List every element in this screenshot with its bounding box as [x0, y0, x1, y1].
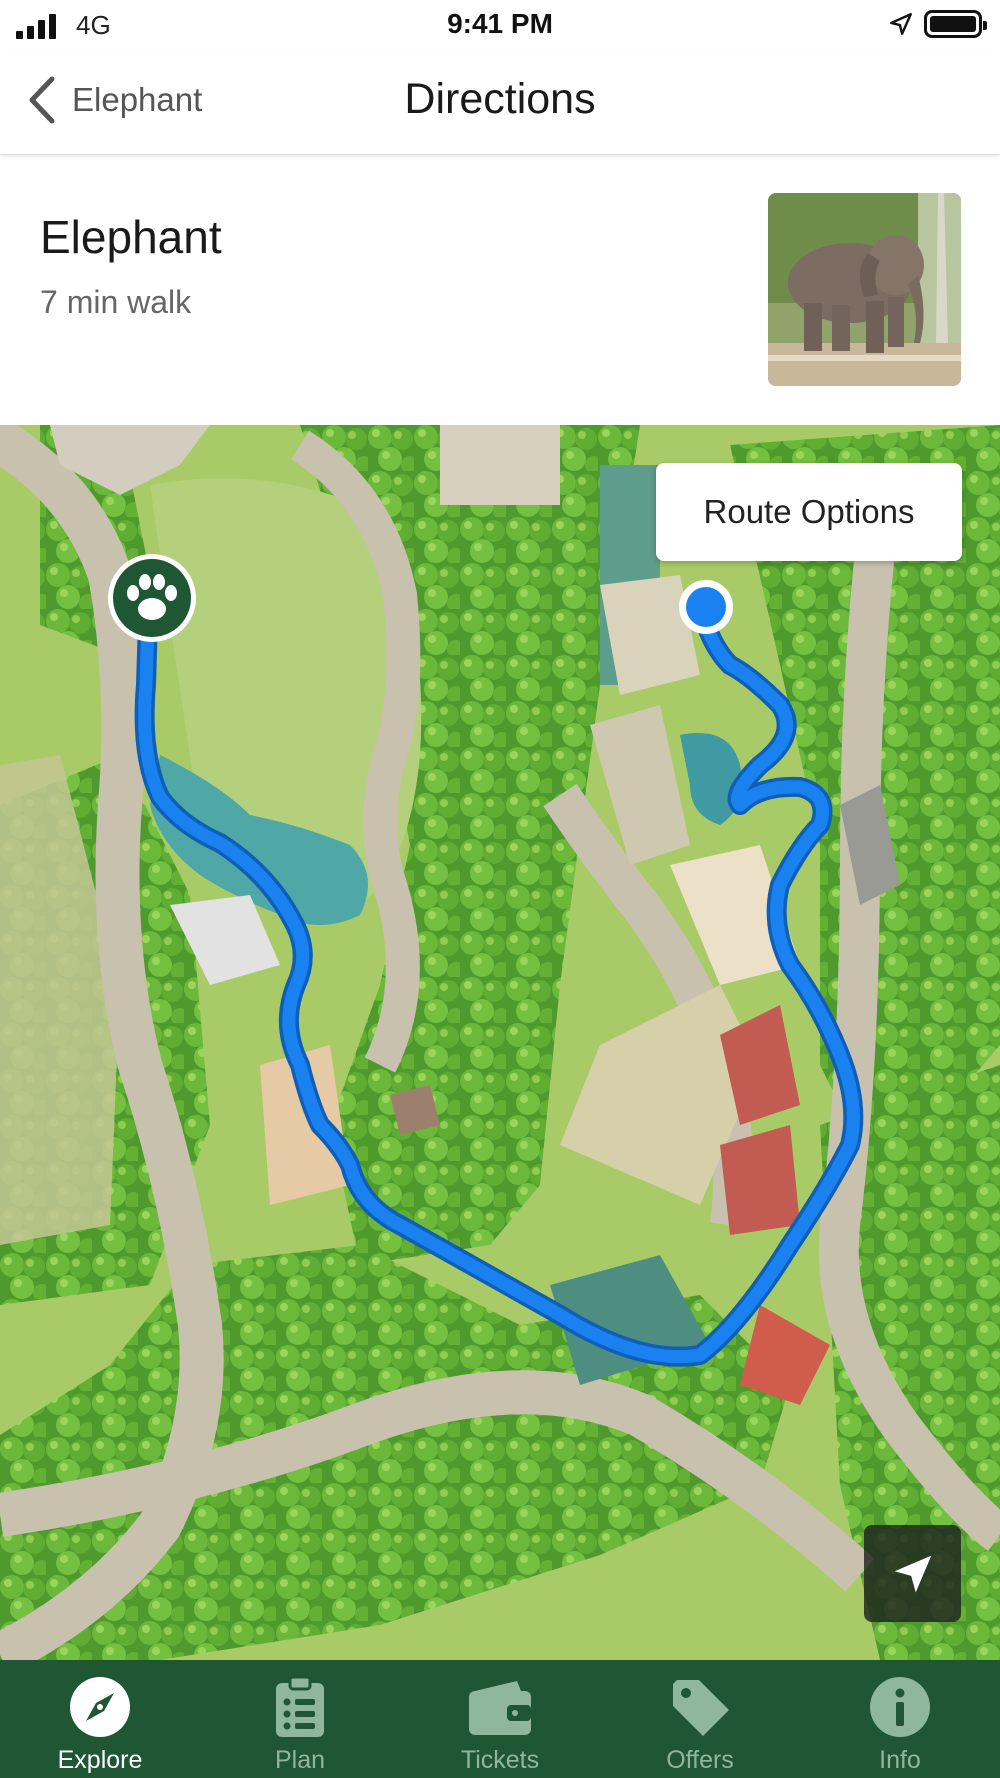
location-arrow-icon [890, 13, 912, 35]
battery-full-icon [924, 10, 987, 38]
tab-info[interactable]: Info [800, 1660, 1000, 1778]
status-time: 9:41 PM [447, 8, 553, 39]
tab-tickets[interactable]: Tickets [400, 1660, 600, 1778]
wallet-icon [469, 1681, 531, 1735]
checklist-icon [276, 1675, 324, 1737]
paw-icon[interactable] [108, 554, 196, 642]
navigation-arrow-icon [894, 1555, 931, 1592]
tab-explore[interactable]: Explore [0, 1660, 200, 1778]
elephant-photo [768, 193, 961, 386]
tab-explore-label: Explore [57, 1746, 143, 1774]
tab-offers-label: Offers [666, 1746, 734, 1774]
destination-card[interactable]: Elephant 7 min walk [0, 160, 1000, 425]
tab-info-label: Info [879, 1746, 921, 1774]
compass-icon [70, 1677, 130, 1737]
destination-name: Elephant [40, 211, 222, 263]
tab-plan-label: Plan [274, 1746, 326, 1774]
navigation-bar: Elephant Directions [0, 50, 1000, 155]
tag-icon [673, 1680, 729, 1736]
info-icon [870, 1677, 930, 1737]
tab-tickets-label: Tickets [460, 1746, 540, 1774]
map-canvas[interactable] [0, 425, 1000, 1660]
route-options-button[interactable]: Route Options [656, 463, 962, 561]
recenter-location-button[interactable] [864, 1525, 961, 1622]
page-title: Directions [404, 75, 596, 123]
walk-time: 7 min walk [40, 284, 192, 320]
tab-offers[interactable]: Offers [600, 1660, 800, 1778]
tab-plan[interactable]: Plan [200, 1660, 400, 1778]
zoo-map[interactable]: Route Options [0, 425, 1000, 1660]
current-location-marker [679, 580, 733, 634]
status-bar: 4G 9:41 PM [0, 0, 1000, 50]
tab-bar: Explore Plan Tickets Offers Info [0, 1660, 1000, 1778]
